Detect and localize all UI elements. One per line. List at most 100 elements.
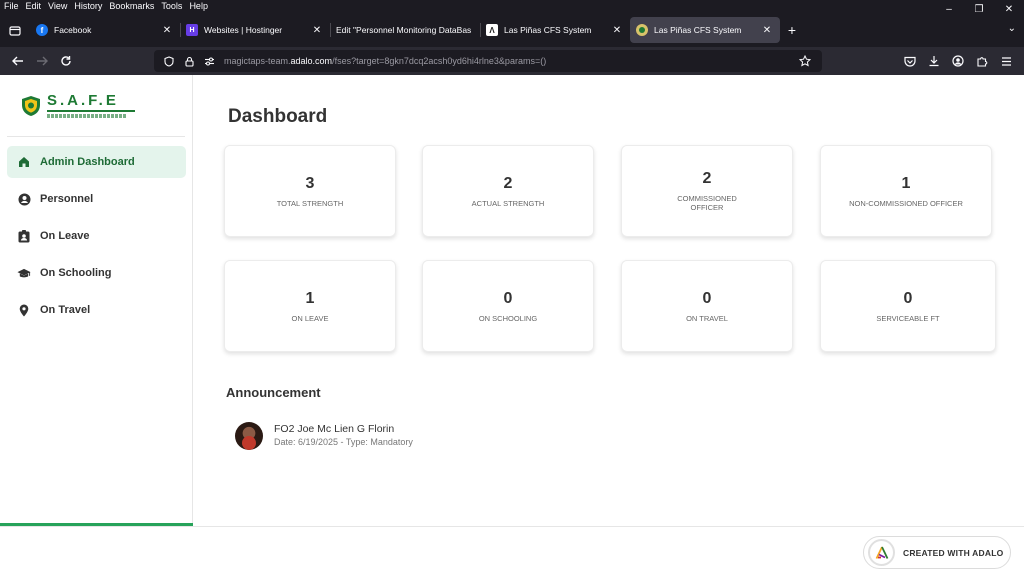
chevron-down-icon[interactable]: ⌄ <box>1008 23 1016 34</box>
hostinger-icon: H <box>186 24 198 36</box>
sidebar-item-label: On Schooling <box>40 267 112 279</box>
shield-icon[interactable] <box>160 55 178 67</box>
stat-value: 0 <box>503 289 513 307</box>
toolbar-right <box>898 50 1018 72</box>
stat-card-total-strength[interactable]: 3 TOTAL STRENGTH <box>224 145 396 237</box>
reload-icon <box>61 56 71 66</box>
stat-value: 1 <box>901 174 911 192</box>
close-tab-icon[interactable]: ✕ <box>160 25 174 36</box>
menu-edit[interactable]: Edit <box>26 0 42 13</box>
arrow-right-icon <box>37 56 48 66</box>
announcement-name: FO2 Joe Mc Lien G Florin <box>274 423 395 435</box>
stat-value: 0 <box>702 289 712 307</box>
arrow-left-icon <box>12 56 23 66</box>
facebook-icon: f <box>36 24 48 36</box>
nav-bar: magictaps-team.adalo.com/fses?target=8gk… <box>0 47 1024 75</box>
app-viewport: S.A.F.E Admin Dashboard Personnel On Lea… <box>0 75 1024 576</box>
stat-card-serviceable-ft[interactable]: 0 SERVICEABLE FT <box>820 260 996 352</box>
menu-view[interactable]: View <box>48 0 67 13</box>
pocket-icon[interactable] <box>898 50 922 72</box>
adalo-logo-icon <box>868 539 895 566</box>
url-text[interactable]: magictaps-team.adalo.com/fses?target=8gk… <box>224 56 796 66</box>
hamburger-menu-icon[interactable] <box>994 50 1018 72</box>
tab-hostinger[interactable]: H Websites | Hostinger ✕ <box>180 17 330 43</box>
logo: S.A.F.E <box>7 75 185 137</box>
stat-card-commissioned-officer[interactable]: 2 COMMISSIONED OFFICER <box>621 145 793 237</box>
stat-label: NON-COMMISSIONED OFFICER <box>849 198 963 208</box>
stat-label: TOTAL STRENGTH <box>276 198 344 208</box>
menu-history[interactable]: History <box>74 0 102 13</box>
star-icon[interactable] <box>796 55 814 67</box>
tab-bar: f Facebook ✕ H Websites | Hostinger ✕ Ed… <box>0 13 1024 47</box>
menu-help[interactable]: Help <box>189 0 208 13</box>
page-title: Dashboard <box>228 106 328 127</box>
download-icon[interactable] <box>922 50 946 72</box>
home-icon <box>17 155 31 169</box>
reload-button[interactable] <box>54 50 78 72</box>
tab-title: Edit "Personnel Monitoring DataBas <box>336 25 472 35</box>
stat-value: 3 <box>305 174 315 192</box>
adalo-icon: Λ <box>486 24 498 36</box>
logo-rule <box>47 110 135 112</box>
tab-las-pinas-active[interactable]: Las Piñas CFS System ✕ <box>630 17 780 43</box>
announcement-heading: Announcement <box>226 385 321 400</box>
back-button[interactable] <box>6 50 30 72</box>
tab-title: Las Piñas CFS System <box>654 25 742 35</box>
stat-card-non-commissioned-officer[interactable]: 1 NON-COMMISSIONED OFFICER <box>820 145 992 237</box>
sidebar-item-label: Admin Dashboard <box>40 156 135 168</box>
menu-file[interactable]: File <box>4 0 19 13</box>
tab-list-icon <box>9 25 21 36</box>
menu-bookmarks[interactable]: Bookmarks <box>109 0 154 13</box>
announcement-item[interactable]: FO2 Joe Mc Lien G Florin Date: 6/19/2025… <box>235 422 413 450</box>
safe-logo-icon <box>636 24 648 36</box>
menu-tools[interactable]: Tools <box>161 0 182 13</box>
extensions-icon[interactable] <box>970 50 994 72</box>
stat-card-actual-strength[interactable]: 2 ACTUAL STRENGTH <box>422 145 594 237</box>
tab-facebook[interactable]: f Facebook ✕ <box>30 17 180 43</box>
close-tab-icon[interactable]: ✕ <box>310 25 324 36</box>
shield-logo-icon <box>22 95 40 116</box>
close-tab-icon[interactable]: ✕ <box>610 25 624 36</box>
lock-icon[interactable] <box>180 56 198 67</box>
stat-label: ON SCHOOLING <box>478 313 538 323</box>
stat-label: ON LEAVE <box>291 313 329 323</box>
location-pin-icon <box>17 303 31 317</box>
logo-tagline <box>47 114 127 118</box>
announcement-meta: Date: 6/19/2025 - Type: Mandatory <box>274 437 413 447</box>
menu-bar: File Edit View History Bookmarks Tools H… <box>0 0 1024 15</box>
stat-card-on-schooling[interactable]: 0 ON SCHOOLING <box>422 260 594 352</box>
sidebar-item-on-schooling[interactable]: On Schooling <box>7 257 186 289</box>
stat-label: SERVICEABLE FT <box>876 313 940 323</box>
stat-value: 1 <box>305 289 315 307</box>
stat-label: ON TRAVEL <box>686 313 728 323</box>
sidebar-item-personnel[interactable]: Personnel <box>7 183 186 215</box>
sidebar-item-admin-dashboard[interactable]: Admin Dashboard <box>7 146 186 178</box>
avatar <box>235 422 263 450</box>
stat-value: 2 <box>702 170 712 187</box>
stat-label: COMMISSIONED OFFICER <box>677 194 737 212</box>
sidebar-item-on-leave[interactable]: On Leave <box>7 220 186 252</box>
sidebar-item-label: On Travel <box>40 304 91 316</box>
sidebar-item-label: Personnel <box>40 193 94 205</box>
close-tab-icon[interactable]: ✕ <box>760 25 774 36</box>
sidebar: S.A.F.E Admin Dashboard Personnel On Lea… <box>0 75 193 527</box>
person-icon <box>17 192 31 206</box>
logo-title: S.A.F.E <box>47 92 119 109</box>
stat-card-on-travel[interactable]: 0 ON TRAVEL <box>621 260 793 352</box>
created-with-adalo-badge[interactable]: CREATED WITH ADALO <box>863 536 1011 569</box>
forward-button[interactable] <box>30 50 54 72</box>
stat-value: 2 <box>503 174 513 192</box>
stat-card-on-leave[interactable]: 1 ON LEAVE <box>224 260 396 352</box>
tab-las-pinas-1[interactable]: Λ Las Piñas CFS System ✕ <box>480 17 630 43</box>
stat-label: ACTUAL STRENGTH <box>471 198 545 208</box>
tab-title: Websites | Hostinger <box>204 25 283 35</box>
permissions-icon[interactable] <box>200 57 218 66</box>
tab-list-button[interactable] <box>4 19 26 41</box>
tab-title: Facebook <box>54 25 92 35</box>
new-tab-button[interactable]: + <box>780 22 804 38</box>
account-icon[interactable] <box>946 50 970 72</box>
tab-edit-database[interactable]: Edit "Personnel Monitoring DataBas <box>330 17 480 43</box>
badge-icon <box>17 229 31 243</box>
address-bar[interactable]: magictaps-team.adalo.com/fses?target=8gk… <box>154 50 822 72</box>
sidebar-item-on-travel[interactable]: On Travel <box>7 294 186 326</box>
